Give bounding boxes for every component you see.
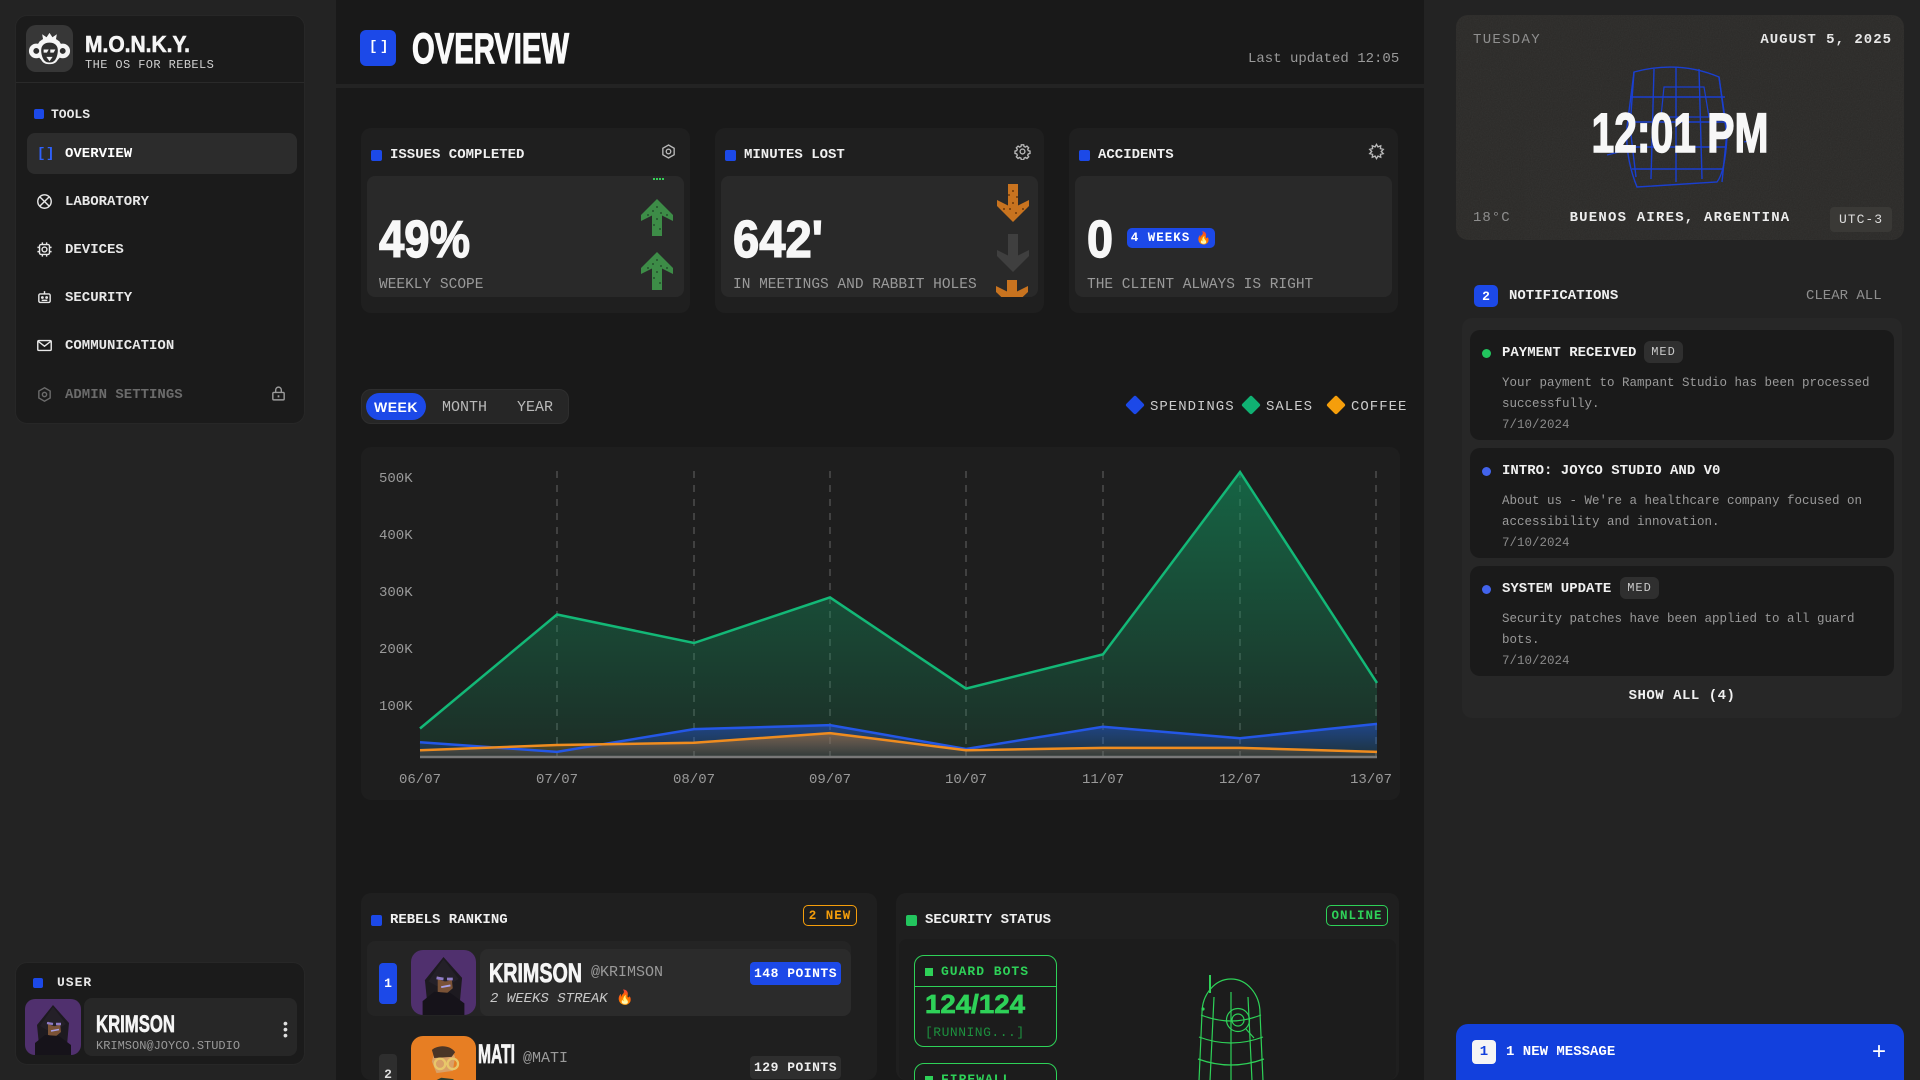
svg-text:KRIMSON: KRIMSON — [96, 1013, 175, 1037]
svg-text:07/07: 07/07 — [536, 772, 578, 788]
svg-text:500K: 500K — [379, 471, 413, 487]
svg-text:13/07: 13/07 — [1350, 772, 1392, 788]
svg-text:0: 0 — [1087, 211, 1113, 265]
svg-text:400K: 400K — [379, 528, 413, 544]
svg-text:10/07: 10/07 — [945, 772, 987, 788]
svg-text:49%: 49% — [379, 211, 470, 265]
svg-text:200K: 200K — [379, 642, 413, 658]
svg-text:12:01 PM: 12:01 PM — [1592, 105, 1769, 164]
svg-text:M.O.N.K.Y.: M.O.N.K.Y. — [85, 33, 190, 57]
svg-text:06/07: 06/07 — [399, 772, 441, 788]
svg-text:KRIMSON: KRIMSON — [489, 961, 582, 987]
svg-text:124/124: 124/124 — [925, 993, 1026, 1017]
svg-text:08/07: 08/07 — [673, 772, 715, 788]
svg-text:300K: 300K — [379, 585, 413, 601]
svg-text:MATI: MATI — [478, 1042, 515, 1068]
svg-text:100K: 100K — [379, 699, 413, 715]
svg-text:11/07: 11/07 — [1082, 772, 1124, 788]
svg-text:OVERVIEW: OVERVIEW — [412, 26, 569, 70]
svg-text:09/07: 09/07 — [809, 772, 851, 788]
svg-text:642': 642' — [733, 211, 823, 265]
svg-text:12/07: 12/07 — [1219, 772, 1261, 788]
